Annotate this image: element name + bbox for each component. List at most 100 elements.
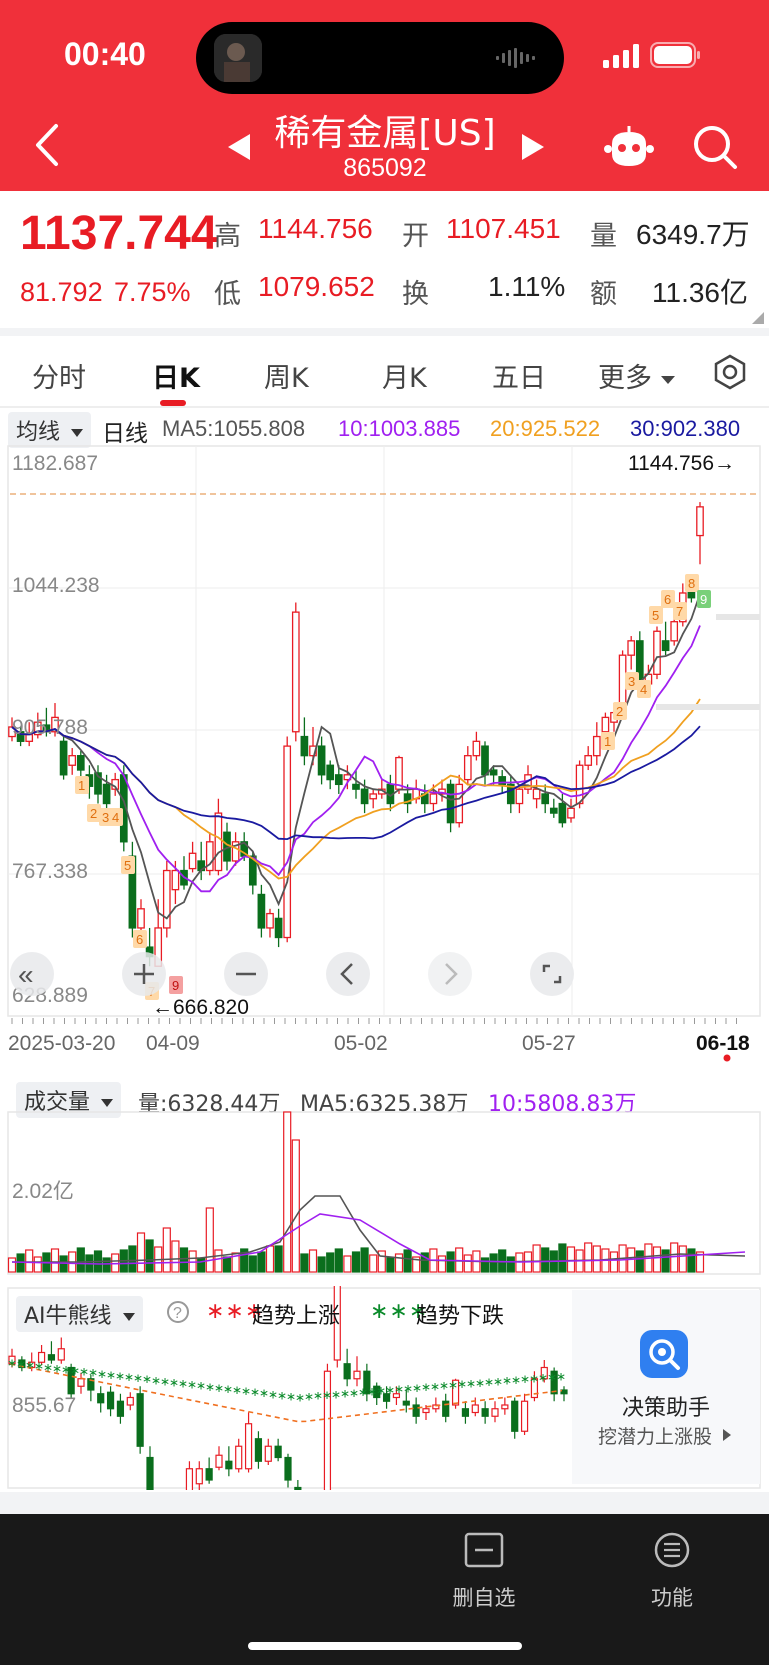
- svg-text:4: 4: [640, 682, 647, 697]
- ma20-value: 20:925.522: [490, 416, 601, 441]
- td-count-marker: 5: [649, 606, 663, 624]
- volume-bar: [274, 1245, 283, 1273]
- kline-chart[interactable]: 12345679123456789 1182.687 1044.238 905.…: [0, 444, 769, 1064]
- decision-assistant-card[interactable]: 决策助手 挖潜力上涨股: [572, 1290, 760, 1484]
- svg-text:7: 7: [676, 604, 683, 619]
- x-label-start: 2025-03-20: [8, 1032, 115, 1055]
- candlestick: [567, 798, 575, 823]
- volume-value: 6349.7万: [636, 219, 750, 250]
- y-label-3: 905.788: [12, 716, 88, 739]
- ma5-value: MA5:1055.808: [162, 416, 306, 441]
- ai-y-label: 855.67: [12, 1394, 76, 1417]
- candlestick: [463, 746, 472, 785]
- ai-candlestick: [481, 1401, 489, 1424]
- ai-candlestick: [520, 1393, 529, 1435]
- tab-more[interactable]: 更多: [598, 356, 675, 395]
- volume-bar: [50, 1248, 60, 1273]
- ai-candlestick: [215, 1446, 223, 1471]
- ai-candlestick: [116, 1393, 125, 1424]
- robot-assistant-icon[interactable]: [604, 124, 654, 170]
- back-icon[interactable]: [30, 122, 66, 168]
- svg-text:6: 6: [136, 932, 143, 947]
- td-count-marker: 4: [637, 680, 651, 698]
- collapse-left-button[interactable]: «: [10, 952, 54, 996]
- volume-chart[interactable]: 2.02亿: [0, 1110, 769, 1280]
- turnover-label: 换: [402, 279, 429, 310]
- volume-bar: [283, 1111, 292, 1273]
- ai-candlestick: [146, 1446, 154, 1490]
- ai-candlestick: [274, 1438, 282, 1462]
- candlestick: [472, 731, 481, 761]
- remove-watchlist-label: 删自选: [452, 1586, 516, 1610]
- svg-text:3: 3: [628, 674, 635, 689]
- tab-five-day[interactable]: 五日: [492, 356, 546, 395]
- settings-icon[interactable]: [712, 354, 748, 390]
- scroll-right-button[interactable]: [428, 952, 472, 996]
- volume-bar: [394, 1253, 404, 1273]
- candlestick: [446, 779, 455, 833]
- candlestick: [455, 774, 464, 828]
- volume-bar: [609, 1251, 619, 1273]
- scroll-left-button[interactable]: [326, 952, 370, 996]
- decision-assistant-icon: [640, 1330, 688, 1378]
- ai-candlestick: [501, 1397, 509, 1415]
- svg-text:?: ?: [173, 1305, 182, 1322]
- min-price-marker: ←666.820: [152, 996, 249, 1019]
- functions-button[interactable]: 功能: [628, 1524, 716, 1624]
- volume-bar: [386, 1257, 395, 1273]
- ai-selector-label: AI牛熊线: [24, 1304, 112, 1329]
- tab-daily-k[interactable]: 日K: [152, 356, 200, 395]
- td-count-marker: 4: [109, 808, 123, 826]
- volume-bar: [308, 1249, 318, 1273]
- ma30-value: 30:902.380: [630, 416, 741, 441]
- next-stock-icon[interactable]: [520, 132, 546, 162]
- ai-selector[interactable]: AI牛熊线: [16, 1296, 143, 1332]
- volume-bar: [635, 1250, 644, 1273]
- volume-bar: [102, 1257, 111, 1273]
- expand-corner-icon[interactable]: [752, 312, 764, 324]
- td-count-marker: 7: [673, 602, 687, 620]
- volume-bar: [136, 1232, 146, 1273]
- candlestick: [188, 841, 197, 873]
- candlestick: [386, 774, 395, 812]
- volume-bar: [652, 1246, 662, 1273]
- volume-bar: [437, 1255, 447, 1273]
- td-count-marker: 9: [169, 976, 183, 994]
- volume-bar: [7, 1257, 17, 1273]
- volume-bar: [489, 1253, 498, 1273]
- ai-candlestick: [442, 1393, 450, 1423]
- tab-intraday[interactable]: 分时: [32, 356, 86, 395]
- candlestick: [111, 772, 120, 796]
- ai-candlestick: [511, 1397, 519, 1439]
- td-count-marker: 6: [661, 590, 675, 608]
- zoom-in-button[interactable]: [122, 952, 166, 996]
- td-count-marker: 2: [613, 702, 627, 720]
- volume-bar: [222, 1256, 232, 1273]
- ma-selector[interactable]: 均线: [8, 412, 92, 448]
- help-icon[interactable]: ?: [166, 1300, 190, 1324]
- ai-candlestick: [136, 1386, 144, 1454]
- tab-monthly-k[interactable]: 月K: [382, 356, 427, 395]
- candlestick: [627, 636, 636, 670]
- candlestick: [532, 779, 541, 809]
- remove-watchlist-button[interactable]: 删自选: [440, 1524, 528, 1624]
- volume-bar: [326, 1252, 335, 1273]
- x-label-3: 05-02: [334, 1032, 388, 1055]
- price-change: 81.792: [20, 277, 103, 307]
- search-icon[interactable]: [692, 124, 738, 170]
- high-value: 1144.756: [258, 213, 373, 244]
- fullscreen-button[interactable]: [530, 952, 574, 996]
- zoom-out-button[interactable]: [224, 952, 268, 996]
- candlestick: [515, 784, 524, 814]
- svg-text:8: 8: [688, 576, 695, 591]
- volume-bar: [480, 1257, 490, 1273]
- turnover-value: 1.11%: [488, 271, 566, 302]
- ma10-value: 10:1003.885: [338, 416, 461, 441]
- candlestick: [541, 784, 550, 814]
- td-count-marker: 5: [121, 856, 135, 874]
- td-count-marker: 9: [697, 590, 711, 608]
- tab-weekly-k[interactable]: 周K: [264, 356, 309, 395]
- decision-assistant-subtitle: 挖潜力上涨股: [598, 1426, 713, 1448]
- ai-candlestick: [294, 1480, 302, 1490]
- open-value: 1107.451: [446, 213, 561, 244]
